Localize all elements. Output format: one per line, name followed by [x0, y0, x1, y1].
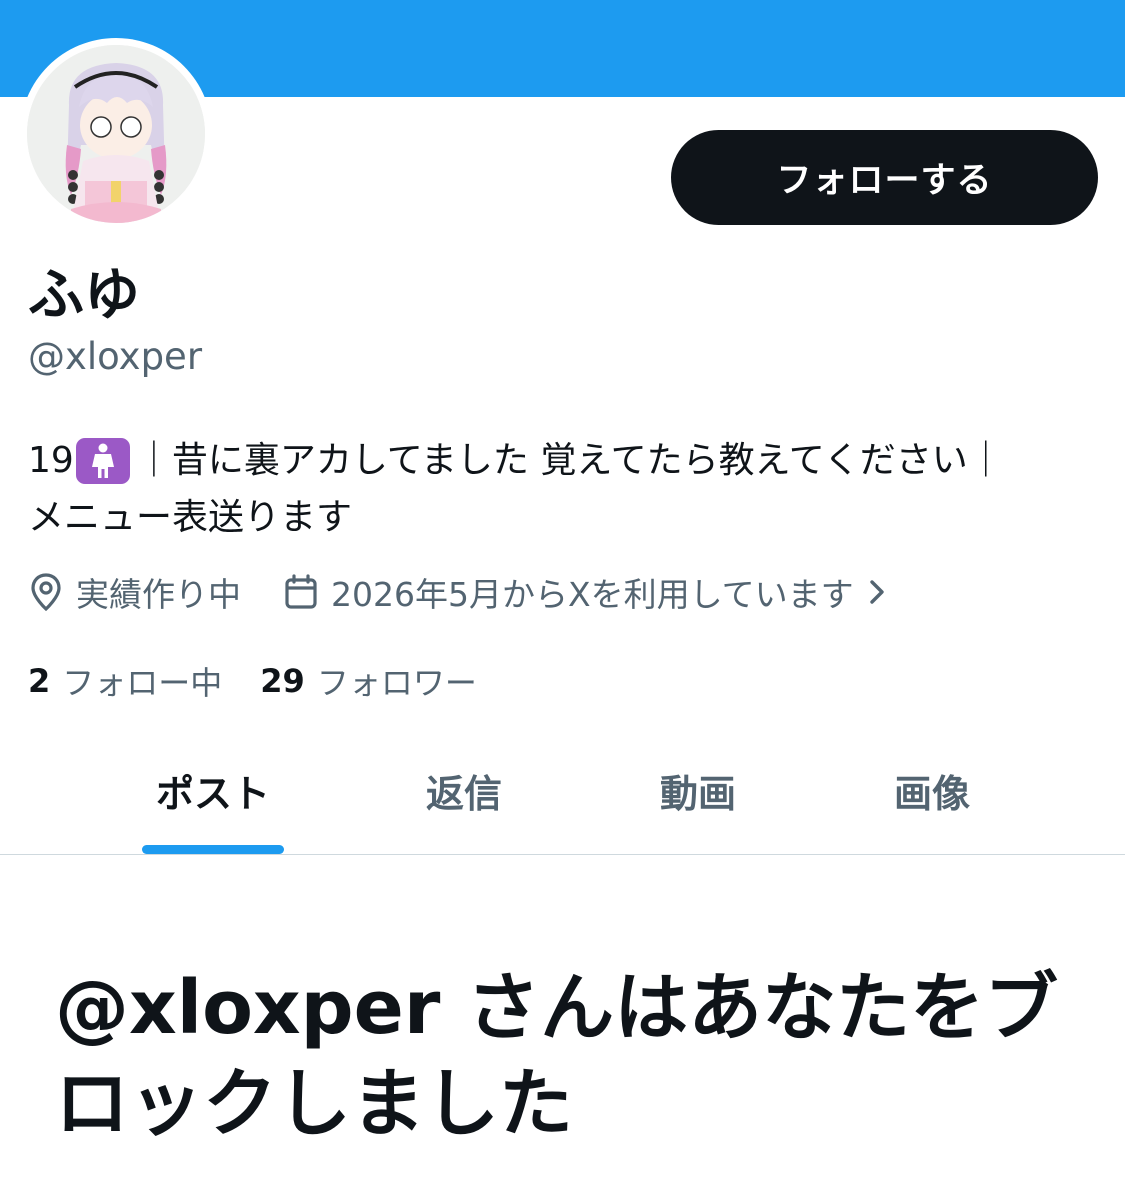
joined-date[interactable]: 2026年5月からXを利用しています: [283, 568, 886, 616]
tab-images[interactable]: 画像: [815, 760, 1049, 820]
bio-line-2: メニュー表送ります: [28, 489, 1108, 546]
tabs-divider: [0, 854, 1125, 855]
profile-meta: 実績作り中 2026年5月からXを利用しています: [28, 568, 886, 616]
following-stat[interactable]: 2 フォロー中: [28, 658, 222, 704]
bio-line-1: 19 ｜昔に裏アカしてました 覚えてたら教えてください｜: [28, 432, 1108, 489]
display-name: ふゆ: [28, 263, 140, 328]
location-pin-icon: [28, 572, 64, 612]
tab-posts[interactable]: ポスト: [96, 760, 330, 820]
blocked-message: @xloxper さんはあなたをブロックしました: [55, 965, 1059, 1147]
chevron-right-icon: [868, 578, 886, 606]
profile-bio: 19 ｜昔に裏アカしてました 覚えてたら教えてください｜ メニュー表送ります: [28, 432, 1108, 546]
following-count: 2: [28, 662, 51, 700]
standing-woman-emoji-icon: [75, 437, 130, 484]
avatar[interactable]: [27, 45, 205, 223]
tab-replies[interactable]: 返信: [347, 760, 581, 820]
follow-stats: 2 フォロー中 29 フォロワー: [28, 658, 477, 704]
calendar-icon: [283, 573, 319, 611]
profile-tabs: ポスト 返信 動画 画像: [0, 740, 1125, 855]
joined-text: 2026年5月からXを利用しています: [331, 575, 854, 614]
followers-stat[interactable]: 29 フォロワー: [260, 658, 477, 704]
followers-label: フォロワー: [316, 664, 477, 702]
location: 実績作り中: [28, 568, 241, 616]
profile-handle: @xloxper: [28, 335, 203, 378]
bio-line-1-text: ｜昔に裏アカしてました 覚えてたら教えてください｜: [135, 440, 1004, 481]
avatar-illustration: [27, 45, 205, 223]
tab-videos[interactable]: 動画: [581, 760, 815, 820]
active-tab-indicator: [142, 845, 284, 854]
bio-prefix: 19: [28, 440, 74, 481]
followers-count: 29: [260, 662, 305, 700]
follow-button[interactable]: フォローする: [671, 130, 1098, 225]
location-text: 実績作り中: [76, 575, 241, 614]
following-label: フォロー中: [62, 664, 223, 702]
profile-page: フォローする ふゆ @xloxper 19 ｜昔に裏アカしてました 覚えてたら教…: [0, 0, 1125, 1183]
bio-line-2-text: メニュー表送ります: [28, 497, 353, 538]
